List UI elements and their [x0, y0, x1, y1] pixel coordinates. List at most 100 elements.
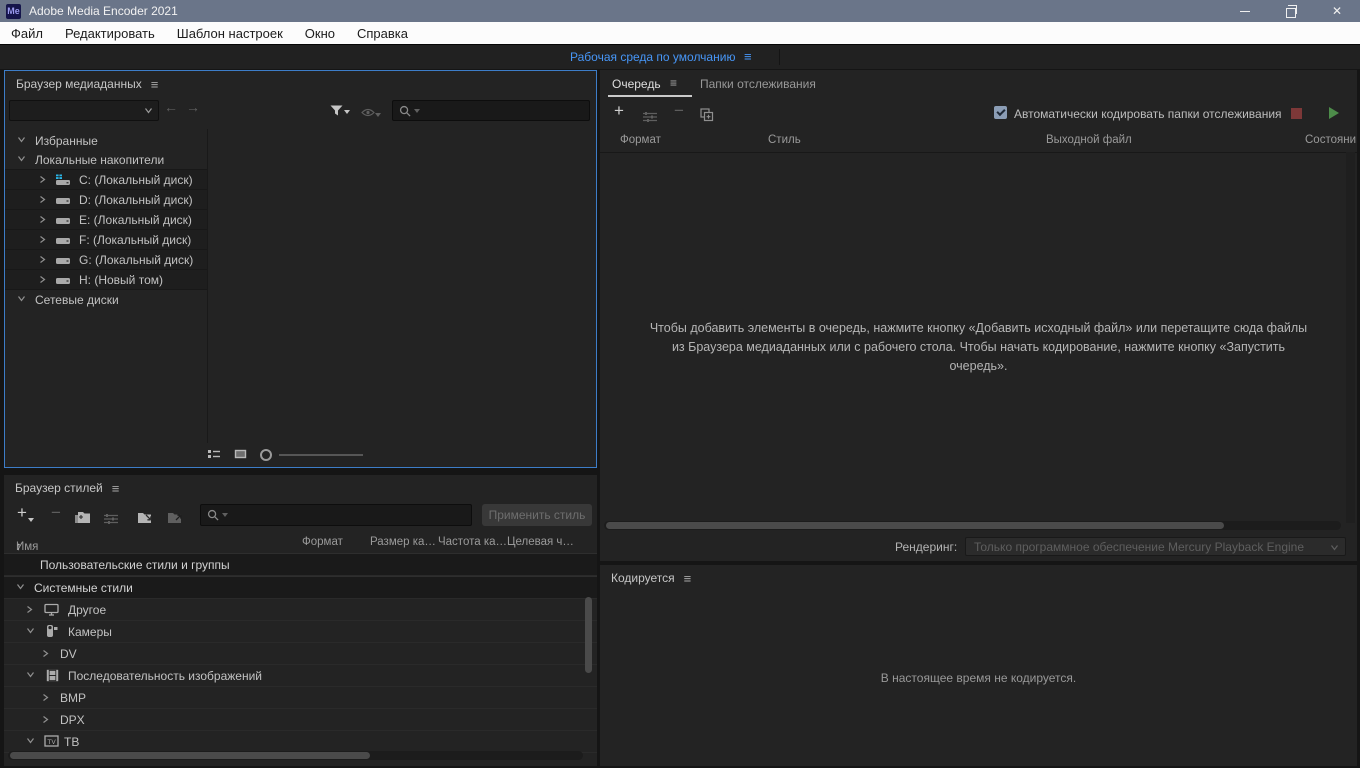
- chevron-right-icon[interactable]: [42, 693, 49, 702]
- media-search-input[interactable]: [392, 100, 590, 121]
- chevron-right-icon[interactable]: [39, 215, 46, 224]
- workspace-menu-icon[interactable]: ≡: [744, 49, 752, 64]
- chevron-right-icon[interactable]: [42, 649, 49, 658]
- tree-item-network-drives[interactable]: Сетевые диски: [5, 290, 207, 309]
- tree-item-favorites[interactable]: Избранные: [5, 131, 207, 150]
- preset-horizontal-scrollbar-track[interactable]: [8, 751, 583, 760]
- back-icon[interactable]: ←: [164, 99, 178, 115]
- column-format[interactable]: Формат: [302, 536, 343, 548]
- chevron-right-icon[interactable]: [39, 195, 46, 204]
- chevron-right-icon[interactable]: [39, 255, 46, 264]
- preset-group-user[interactable]: Пользовательские стили и группы: [4, 553, 597, 576]
- renderer-dropdown[interactable]: Только программное обеспечение Mercury P…: [965, 537, 1346, 556]
- media-browser-title[interactable]: Браузер медиаданных: [16, 77, 142, 91]
- start-queue-button[interactable]: [1329, 107, 1339, 119]
- menu-edit[interactable]: Редактировать: [54, 26, 166, 41]
- forward-icon[interactable]: →: [186, 99, 200, 115]
- preset-vertical-scrollbar[interactable]: [585, 597, 592, 673]
- chevron-down-icon[interactable]: [26, 627, 35, 634]
- tree-item-drive-g[interactable]: G: (Локальный диск): [5, 250, 207, 270]
- chevron-right-icon[interactable]: [39, 275, 46, 284]
- apply-preset-button[interactable]: Применить стиль: [482, 504, 592, 526]
- tree-item-local-drives[interactable]: Локальные накопители: [5, 150, 207, 169]
- minimize-button[interactable]: —: [1222, 0, 1268, 22]
- remove-button[interactable]: −: [674, 101, 684, 121]
- drive-icon: [55, 274, 71, 289]
- location-dropdown[interactable]: [9, 100, 159, 121]
- chevron-right-icon[interactable]: [26, 605, 33, 614]
- panel-menu-icon[interactable]: ≡: [151, 77, 159, 92]
- chevron-down-icon[interactable]: [17, 155, 26, 162]
- preset-item-cameras[interactable]: Камеры: [4, 621, 597, 643]
- filter-icon[interactable]: [330, 103, 349, 121]
- panel-menu-icon[interactable]: ≡: [684, 571, 692, 586]
- media-browser-view-controls: [5, 443, 596, 467]
- column-target-rate[interactable]: Целевая ч…: [507, 536, 574, 548]
- preset-search-input[interactable]: [200, 504, 472, 526]
- preset-horizontal-scrollbar[interactable]: [10, 752, 370, 759]
- remove-preset-button[interactable]: −: [51, 503, 61, 523]
- tree-item-drive-c[interactable]: C: (Локальный диск): [5, 169, 207, 190]
- column-frame-rate[interactable]: Частота ка…: [438, 536, 507, 548]
- chevron-down-icon[interactable]: [26, 737, 35, 744]
- chevron-right-icon[interactable]: [42, 715, 49, 724]
- list-view-icon[interactable]: [207, 446, 221, 464]
- new-group-icon[interactable]: [74, 509, 92, 529]
- preset-item-dv[interactable]: DV: [4, 643, 597, 665]
- preset-settings-icon[interactable]: [103, 510, 119, 530]
- encoding-title[interactable]: Кодируется: [611, 571, 675, 585]
- panel-menu-icon[interactable]: ≡: [670, 76, 677, 90]
- chevron-down-icon[interactable]: [17, 136, 26, 143]
- import-preset-icon[interactable]: [137, 509, 154, 529]
- tab-watch-folders[interactable]: Папки отслеживания: [700, 77, 816, 91]
- preset-item-other[interactable]: Другое: [4, 599, 597, 621]
- chevron-down-icon[interactable]: [16, 583, 25, 590]
- column-frame-size[interactable]: Размер ка…: [370, 536, 436, 548]
- encoding-empty-message: В настоящее время не кодируется.: [600, 671, 1357, 685]
- thumbnail-size-slider[interactable]: [260, 449, 272, 461]
- panel-menu-icon[interactable]: ≡: [112, 481, 120, 496]
- thumbnail-view-icon[interactable]: [234, 446, 247, 464]
- column-output-file[interactable]: Выходной файл: [1046, 134, 1132, 146]
- add-output-icon[interactable]: [642, 108, 658, 128]
- column-status[interactable]: Состояни: [1305, 134, 1356, 146]
- search-icon: [207, 509, 219, 521]
- stop-queue-button[interactable]: [1291, 108, 1302, 119]
- menu-file[interactable]: Файл: [0, 26, 54, 41]
- tree-item-drive-f[interactable]: F: (Локальный диск): [5, 230, 207, 250]
- slider-track[interactable]: [279, 454, 363, 456]
- chevron-right-icon[interactable]: [39, 175, 46, 184]
- preset-item-bmp[interactable]: BMP: [4, 687, 597, 709]
- preset-item-dpx[interactable]: DPX: [4, 709, 597, 731]
- auto-encode-checkbox[interactable]: [994, 106, 1007, 119]
- tab-queue[interactable]: Очередь: [612, 77, 661, 91]
- queue-horizontal-scrollbar[interactable]: [606, 522, 1224, 529]
- workspace-tab[interactable]: Рабочая среда по умолчанию: [570, 50, 735, 64]
- preset-item-image-sequence[interactable]: Последовательность изображений: [4, 665, 597, 687]
- duplicate-icon[interactable]: [700, 107, 714, 127]
- column-format[interactable]: Формат: [620, 134, 661, 146]
- close-button[interactable]: ✕: [1314, 0, 1360, 22]
- queue-panel: Очередь ≡ Папки отслеживания + − Автомат…: [600, 70, 1357, 561]
- queue-horizontal-scrollbar-track[interactable]: [604, 521, 1341, 530]
- tree-item-drive-d[interactable]: D: (Локальный диск): [5, 190, 207, 210]
- export-preset-icon[interactable]: [167, 509, 184, 529]
- tree-item-drive-e[interactable]: E: (Локальный диск): [5, 210, 207, 230]
- preset-browser-title[interactable]: Браузер стилей: [15, 481, 103, 495]
- preset-item-tv[interactable]: TV ТВ: [4, 731, 597, 753]
- chevron-right-icon[interactable]: [39, 235, 46, 244]
- menu-preset[interactable]: Шаблон настроек: [166, 26, 294, 41]
- preset-columns: Имя стиля ↑ Формат Размер ка… Частота ка…: [4, 531, 597, 555]
- restore-button[interactable]: [1268, 0, 1314, 22]
- preset-group-system[interactable]: Системные стили: [4, 576, 597, 599]
- column-preset[interactable]: Стиль: [768, 134, 801, 146]
- tree-item-drive-h[interactable]: H: (Новый том): [5, 270, 207, 290]
- menu-window[interactable]: Окно: [294, 26, 346, 41]
- sort-up-icon: ↑: [16, 541, 22, 553]
- add-source-button[interactable]: +: [614, 101, 624, 121]
- ingest-eye-icon[interactable]: [361, 104, 381, 122]
- chevron-down-icon[interactable]: [17, 295, 26, 302]
- chevron-down-icon[interactable]: [26, 671, 35, 678]
- menu-help[interactable]: Справка: [346, 26, 419, 41]
- add-preset-button[interactable]: +: [17, 503, 27, 523]
